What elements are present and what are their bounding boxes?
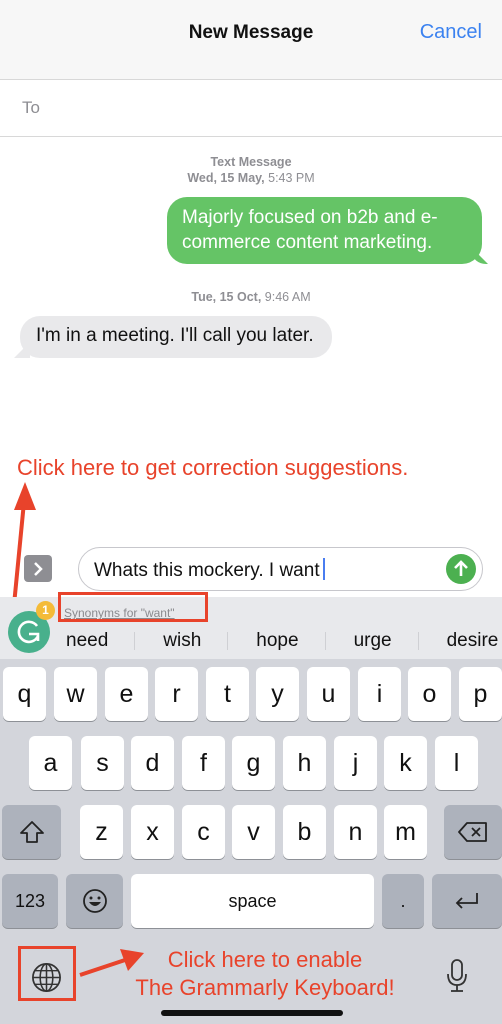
key-b[interactable]: b [283,805,326,859]
divider [134,632,136,650]
divider [227,632,229,650]
annotation-line: Click here to enable [167,947,363,972]
grammarly-g-icon [17,620,40,644]
key-i[interactable]: i [358,667,401,721]
delete-key[interactable] [444,805,502,859]
divider [417,632,419,650]
annotation-correction-suggestions: Click here to get correction suggestions… [17,455,409,480]
key-f[interactable]: f [182,736,225,790]
shift-icon [19,821,44,843]
backspace-icon [458,822,487,842]
key-r[interactable]: r [155,667,198,721]
annotation-enable-keyboard: Click here to enable The Grammarly Keybo… [0,946,502,1002]
annotation-arrow-up-icon [12,482,36,606]
divider [324,632,326,650]
send-button[interactable] [446,554,476,584]
message-text[interactable]: Whats this mockery. I want [94,558,325,582]
key-c[interactable]: c [182,805,225,859]
message-text-value: Whats this mockery. I want [94,560,320,581]
cancel-button[interactable]: Cancel [420,21,482,44]
annotation-line: The Grammarly Keyboard! [135,975,395,1000]
synonym-item[interactable]: desire [447,630,499,652]
key-u[interactable]: u [307,667,350,721]
to-label: To [22,98,40,117]
key-w[interactable]: w [54,667,97,721]
message-input[interactable]: Whats this mockery. I want [78,547,483,591]
chevron-right-icon[interactable] [24,555,52,582]
timestamp-time: 5:43 PM [264,171,315,185]
key-x[interactable]: x [131,805,174,859]
synonym-list: need wish hope urge desire w [66,628,502,654]
key-z[interactable]: z [80,805,123,859]
shift-key[interactable] [2,805,61,859]
microphone-icon[interactable] [445,958,469,994]
recipient-row: To [0,80,502,137]
suggestion-bar: 1 Synonyms for "want" need wish hope urg… [0,592,502,659]
synonym-item[interactable]: urge [354,630,392,652]
synonym-item[interactable]: hope [256,630,298,652]
emoji-key[interactable] [66,874,123,928]
home-indicator[interactable] [161,1010,343,1016]
key-a[interactable]: a [29,736,72,790]
recipient-input[interactable] [50,90,492,126]
emoji-icon [82,889,107,913]
space-key[interactable]: space [131,874,374,928]
key-k[interactable]: k [384,736,427,790]
key-l[interactable]: l [435,736,478,790]
key-n[interactable]: n [334,805,377,859]
timestamp-service: Text Message [210,155,292,169]
key-v[interactable]: v [232,805,275,859]
numbers-key[interactable]: 123 [2,874,58,928]
key-o[interactable]: o [408,667,451,721]
synonym-item[interactable]: wish [163,630,201,652]
outgoing-message-bubble[interactable]: Majorly focused on b2b and e-commerce co… [167,197,482,264]
arrow-up-icon [454,560,468,576]
period-key[interactable]: . [382,874,424,928]
timestamp: Text Message Wed, 15 May, 5:43 PM [0,154,502,186]
timestamp-day: Tue, 15 Oct, [191,290,262,304]
key-g[interactable]: g [232,736,275,790]
key-h[interactable]: h [283,736,326,790]
incoming-message-bubble[interactable]: I'm in a meeting. I'll call you later. [20,316,332,358]
key-p[interactable]: p [459,667,502,721]
grammarly-badge: 1 [36,601,55,620]
key-m[interactable]: m [384,805,427,859]
key-y[interactable]: y [256,667,299,721]
key-q[interactable]: q [3,667,46,721]
key-d[interactable]: d [131,736,174,790]
key-t[interactable]: t [206,667,249,721]
key-e[interactable]: e [105,667,148,721]
timestamp-time: 9:46 AM [261,290,311,304]
timestamp: Tue, 15 Oct, 9:46 AM [0,289,502,305]
text-caret [322,558,325,580]
nav-bar: New Message Cancel [0,0,502,80]
annotation-highlight-box [58,592,208,622]
return-icon [455,893,478,909]
key-s[interactable]: s [81,736,124,790]
return-key[interactable] [432,874,502,928]
key-j[interactable]: j [334,736,377,790]
timestamp-day: Wed, 15 May, [187,171,265,185]
synonym-item[interactable]: need [66,630,108,652]
